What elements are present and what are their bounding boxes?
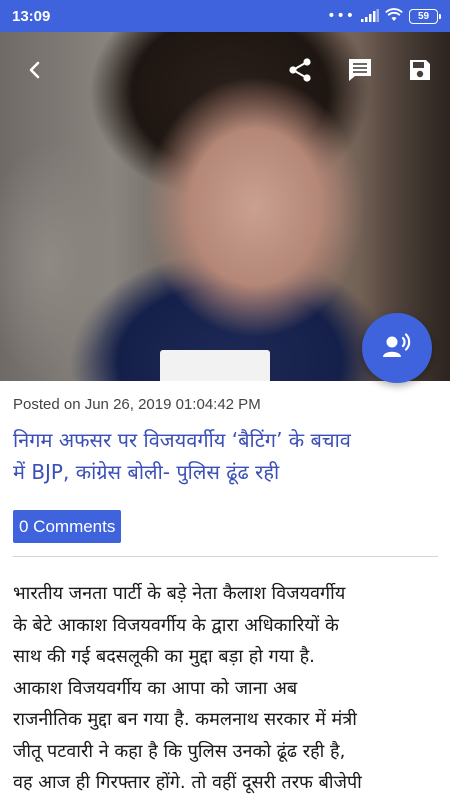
speaker-icon	[382, 331, 412, 365]
notification-dots: •••	[327, 8, 355, 24]
article-title-line: में BJP, कांग्रेस बोली- पुलिस ढूंढ रही	[13, 460, 280, 484]
article-body-line: वह आज ही गिरफ्तार होंगे. तो वहीं दूसरी त…	[13, 772, 362, 793]
article-body-line: आकाश विजयवर्गीय का आपा को जाना अब	[13, 677, 298, 699]
back-button[interactable]	[14, 50, 54, 90]
article-title: निगम अफसर पर विजयवर्गीय ‘बैटिंग’ के बचाव…	[13, 424, 443, 488]
article-body-line: साथ की गई बदसलूकी का मुद्दा बड़ा हो गया …	[13, 646, 315, 667]
article-title-line: निगम अफसर पर विजयवर्गीय ‘बैटिंग’ के बचाव	[13, 428, 351, 452]
divider	[13, 556, 438, 557]
article-body-line: जीतू पटवारी ने कहा है कि पुलिस उनको ढूंढ…	[13, 740, 346, 762]
article-body-line: राजनीतिक मुद्दा बन गया है. कमलनाथ सरकार …	[13, 709, 357, 730]
save-icon	[408, 58, 432, 82]
back-arrow-icon	[27, 60, 41, 80]
status-time: 13:09	[12, 7, 51, 25]
article-body-line: के बेटे आकाश विजयवर्गीय के द्वारा अधिकार…	[13, 614, 339, 636]
comments-button[interactable]: 0 Comments	[13, 510, 122, 543]
signal-icon	[361, 7, 379, 26]
status-bar: 13:09 ••• 59	[0, 0, 450, 32]
save-button[interactable]	[400, 50, 440, 90]
share-button[interactable]	[280, 50, 320, 90]
battery-icon: 59	[409, 8, 441, 24]
share-icon	[287, 57, 313, 83]
comment-icon	[347, 57, 373, 83]
wifi-icon	[385, 7, 403, 26]
listen-audio-button[interactable]	[362, 313, 432, 383]
article-body: भारतीय जनता पार्टी के बड़े नेता कैलाश वि…	[13, 578, 448, 799]
comments-icon-button[interactable]	[340, 50, 380, 90]
article-body-line: भारतीय जनता पार्टी के बड़े नेता कैलाश वि…	[13, 583, 346, 604]
posted-date: Posted on Jun 26, 2019 01:04:42 PM	[13, 396, 261, 413]
status-icons: ••• 59	[327, 7, 441, 26]
